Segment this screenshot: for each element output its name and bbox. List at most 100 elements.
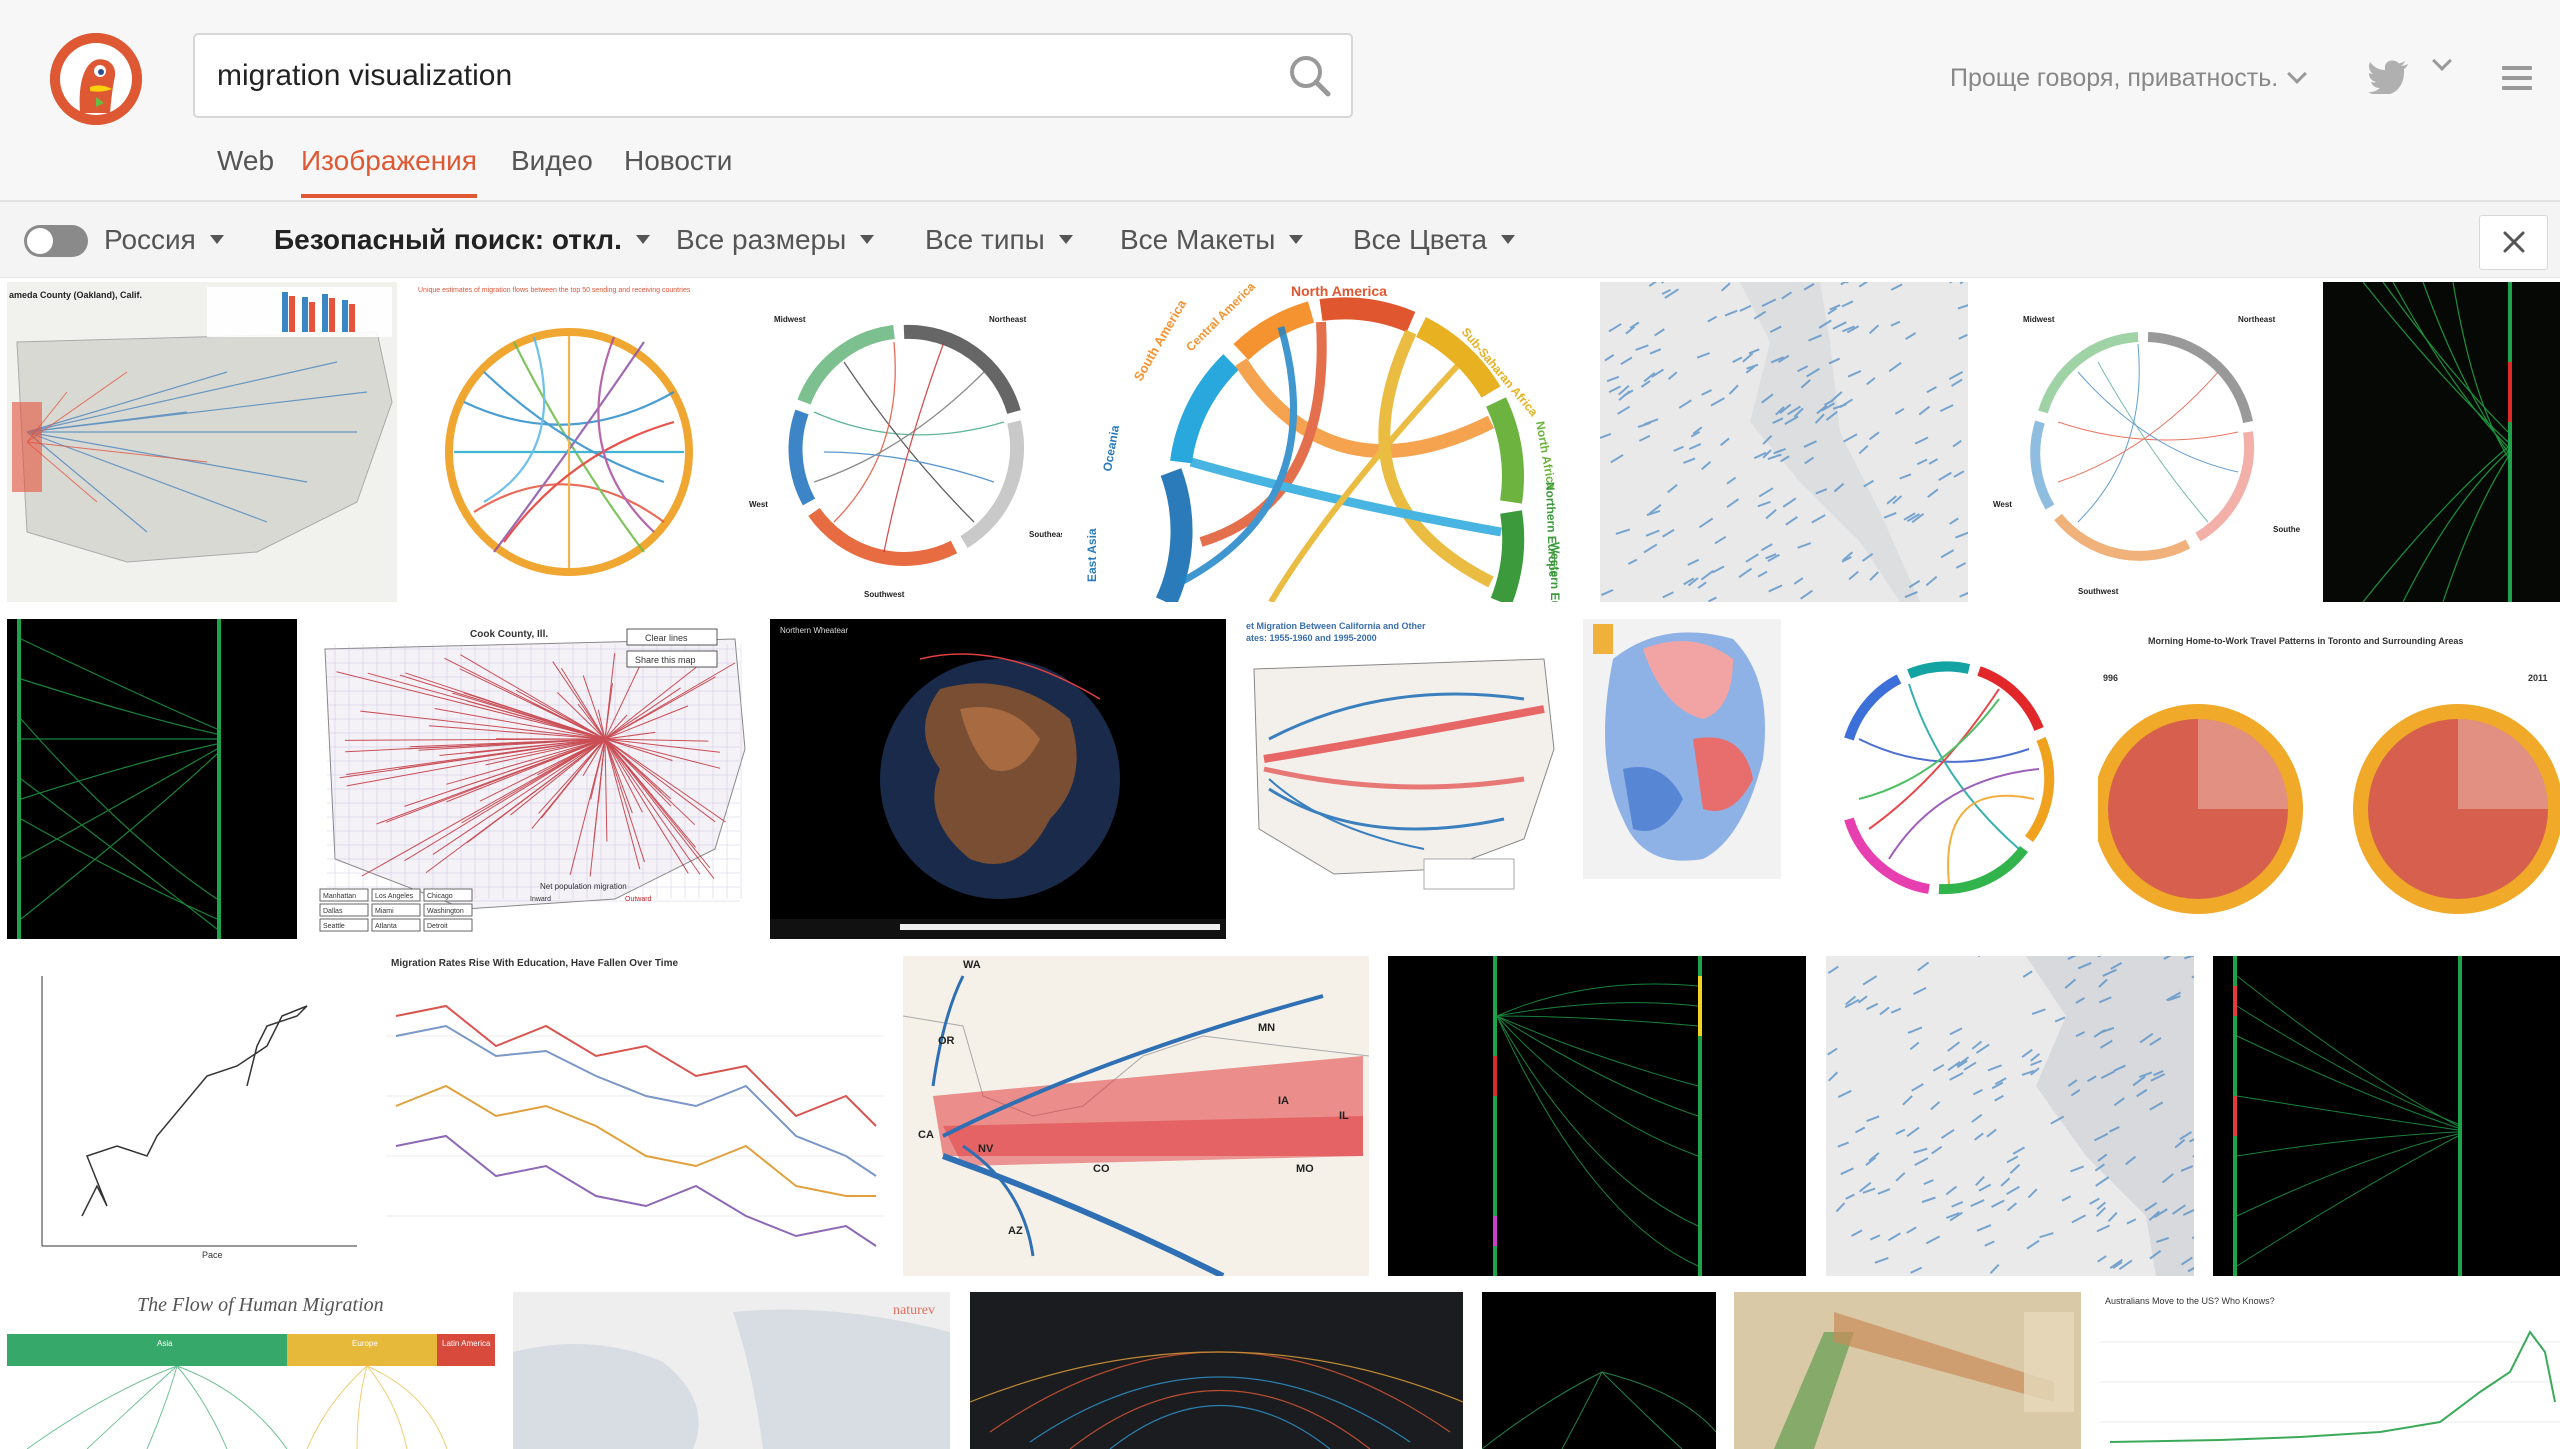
image-result-australians-move-chart[interactable]: Australians Move to the US? Who Knows? — [2100, 1292, 2560, 1449]
tile-label: Atlanta — [375, 923, 397, 930]
region-toggle[interactable] — [24, 225, 88, 257]
tile-label: Northeast — [2238, 315, 2276, 324]
tile-label: MN — [1258, 1022, 1275, 1034]
image-result-green-flow-lines[interactable] — [2323, 282, 2560, 602]
image-result-line-chart-pace[interactable]: Pace — [7, 956, 368, 1276]
tile-title: Australians Move to the US? Who Knows? — [2105, 1296, 2275, 1306]
tile-label: MO — [1296, 1163, 1314, 1175]
tile-title: Migration Rates Rise With Education, Hav… — [391, 958, 678, 969]
image-result-us-region-chord[interactable]: Midwest Northeast Southwest West Southea… — [744, 282, 1062, 602]
tile-label: Washington — [427, 908, 464, 915]
header: Проще говоря, приватность. Web Изображен… — [0, 0, 2560, 202]
tile-label: Europe — [352, 1339, 378, 1348]
tile-label: Southwest — [2078, 587, 2119, 596]
image-result-globe-bird-migration[interactable]: Northern Wheatear — [770, 619, 1226, 939]
tile-title: ates: 1955-1960 and 1995-2000 — [1246, 633, 1377, 643]
tile-label: Miami — [375, 908, 394, 915]
image-result-bird-flow-map[interactable] — [1600, 282, 1968, 602]
tile-label: CO — [1093, 1163, 1110, 1175]
twitter-icon — [2368, 60, 2408, 96]
tab-web[interactable]: Web — [217, 145, 274, 198]
caret-down-icon — [1289, 235, 1304, 245]
tile-title: Cook County, Ill. — [470, 629, 548, 640]
type-filter[interactable]: Все типы — [925, 224, 1073, 256]
image-result-us-migration-map-oakland[interactable]: ameda County (Oakland), Calif. — [7, 282, 397, 602]
image-result-historic-flow-map[interactable] — [1734, 1292, 2081, 1449]
tile-label: Dallas — [323, 908, 343, 915]
image-result-saudi-arabia-flow[interactable] — [2213, 956, 2560, 1276]
close-icon — [2503, 231, 2524, 253]
tile-label: Asia — [157, 1339, 173, 1348]
image-result-green-flow-switzerland[interactable] — [7, 619, 297, 939]
image-result-cook-county-migration-map[interactable]: Cook County, Ill. Clear lines Share this… — [315, 619, 752, 939]
region-filter[interactable]: Россия — [104, 224, 224, 256]
caret-down-icon — [860, 235, 875, 245]
tile-label: Latin America — [442, 1339, 491, 1348]
caret-down-icon — [1058, 235, 1073, 245]
tile-label: Northeast — [989, 315, 1027, 324]
search-input[interactable] — [217, 35, 1237, 116]
size-filter[interactable]: Все размеры — [676, 224, 875, 256]
tile-title: Unique estimates of migration flows betw… — [418, 287, 691, 294]
privacy-label: Проще говоря, приватность. — [1950, 64, 2279, 92]
tile-label: 2011 — [2528, 673, 2548, 683]
search-box — [193, 33, 1353, 118]
safe-search-filter[interactable]: Безопасный поиск: откл. — [274, 224, 650, 256]
image-result-dark-australia-flows[interactable] — [1482, 1292, 1716, 1449]
filter-bar: Россия Безопасный поиск: откл. Все разме… — [0, 202, 2560, 278]
tile-title: Northern Wheatear — [780, 626, 848, 635]
tile-button: Share this map — [635, 655, 696, 665]
tile-title: Morning Home-to-Work Travel Patterns in … — [2148, 636, 2463, 646]
tile-axis-label: Pace — [202, 1250, 223, 1260]
privacy-dropdown[interactable]: Проще говоря, приватность. — [1950, 64, 2308, 93]
tab-images[interactable]: Изображения — [301, 145, 477, 198]
image-result-world-migration-chord[interactable]: North America South America Central Amer… — [1081, 282, 1581, 602]
image-result-california-flow-map[interactable]: CA WA OR NV AZ CO MN IA IL MO — [903, 956, 1369, 1276]
image-result-dark-world-flows[interactable] — [970, 1292, 1463, 1449]
tile-label: AZ — [1008, 1225, 1023, 1237]
image-result-california-migration-map[interactable]: et Migration Between California and Othe… — [1244, 619, 1564, 939]
tile-label: Southwest — [864, 590, 905, 599]
duck-icon — [50, 33, 142, 125]
image-result-europe-choropleth[interactable] — [1583, 619, 1781, 939]
tile-label: East Asia — [1085, 528, 1099, 582]
tile-label: North America — [1291, 283, 1387, 299]
tile-label: Detroit — [427, 923, 448, 930]
image-result-flow-of-human-migration[interactable]: The Flow of Human Migration Asia Europe … — [7, 1292, 495, 1449]
image-result-migration-flows-circle[interactable]: Unique estimates of migration flows betw… — [414, 282, 726, 602]
hamburger-menu-icon[interactable] — [2502, 66, 2532, 90]
tile-label: Los Angeles — [375, 893, 414, 900]
close-filters-button[interactable] — [2479, 215, 2548, 270]
image-result-green-flow-dark[interactable] — [1388, 956, 1806, 1276]
image-result-nature-map[interactable]: naturev — [513, 1292, 950, 1449]
tab-news[interactable]: Новости — [624, 145, 732, 198]
tab-videos[interactable]: Видео — [511, 145, 593, 198]
search-button[interactable] — [1287, 53, 1333, 99]
caret-down-icon — [635, 235, 650, 245]
image-result-us-region-chord-2[interactable]: Midwest Northeast Southwest West Southe — [1988, 282, 2304, 602]
search-icon — [1290, 56, 1331, 97]
tile-title: ameda County (Oakland), Calif. — [9, 290, 142, 300]
tile-label: West — [749, 500, 768, 509]
tile-label: Manhattan — [323, 893, 356, 900]
image-result-rainbow-chord[interactable] — [1799, 619, 2079, 939]
image-result-migration-rates-chart[interactable]: Migration Rates Rise With Education, Hav… — [386, 956, 884, 1276]
tile-watermark: naturev — [893, 1303, 935, 1318]
tile-label: Midwest — [2023, 315, 2055, 324]
tile-label: Midwest — [774, 315, 806, 324]
tile-label: 996 — [2103, 673, 2118, 683]
chevron-down-icon[interactable] — [2432, 51, 2452, 71]
twitter-button[interactable] — [2368, 60, 2408, 99]
color-filter[interactable]: Все Цвета — [1353, 224, 1516, 256]
tile-label: CA — [918, 1129, 934, 1141]
image-result-toronto-travel-chord[interactable]: Morning Home-to-Work Travel Patterns in … — [2098, 619, 2560, 939]
duckduckgo-logo[interactable] — [50, 33, 142, 125]
image-result-bird-flow-map-2[interactable] — [1826, 956, 2194, 1276]
tile-title: et Migration Between California and Othe… — [1246, 621, 1426, 631]
tile-label: OR — [938, 1035, 955, 1047]
tile-label: Net population migration — [540, 882, 627, 891]
caret-down-icon — [209, 235, 224, 245]
tile-label: Outward — [625, 896, 652, 903]
layout-filter[interactable]: Все Макеты — [1120, 224, 1304, 256]
tile-label: Western Europe — [1548, 542, 1562, 602]
